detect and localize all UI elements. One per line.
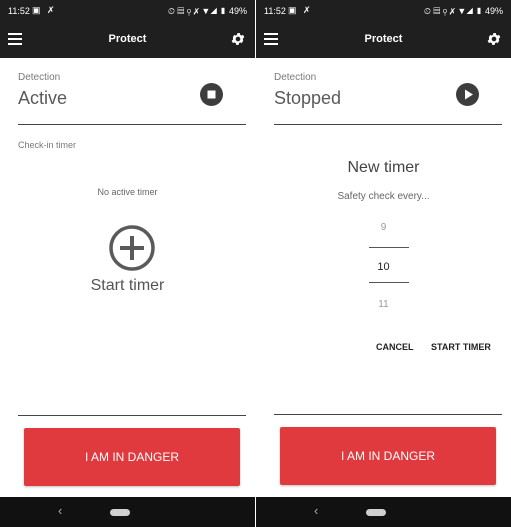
danger-button[interactable]: I AM IN DANGER [280, 427, 496, 485]
notification-icons: ▣ ✗ [32, 5, 57, 15]
start-detection-button[interactable] [456, 83, 479, 106]
status-time: 11:52 [8, 6, 30, 16]
stop-icon [207, 90, 216, 99]
detection-divider [18, 124, 246, 125]
gear-icon[interactable] [230, 31, 246, 47]
home-pill-icon[interactable] [110, 509, 130, 516]
play-icon [465, 89, 473, 100]
navigation-bar: ‹ [256, 497, 511, 527]
cancel-button[interactable]: CANCEL [376, 342, 414, 352]
picker-value-next[interactable]: 11 [256, 299, 511, 310]
navigation-bar: ‹ [0, 497, 255, 527]
detection-label: Detection [274, 72, 317, 83]
checkin-timer-label: Check-in timer [18, 140, 77, 150]
stop-detection-button[interactable] [200, 83, 223, 106]
system-status-icons: ⏲ ▤ ⚲ ✗ ▼◢ ▮ 49% [423, 6, 503, 16]
status-bar: 11:52 ▣ ✗ ⏲ ▤ ⚲ ✗ ▼◢ ▮ 49% [256, 0, 511, 22]
back-icon[interactable]: ‹ [58, 503, 62, 518]
detection-divider [274, 124, 502, 125]
picker-line-top [369, 247, 409, 248]
app-title: Protect [364, 33, 403, 45]
add-circle-icon[interactable] [108, 224, 156, 272]
notification-icons: ▣ ✗ [288, 5, 313, 15]
back-icon[interactable]: ‹ [314, 503, 318, 518]
start-timer-label[interactable]: Start timer [0, 277, 255, 295]
detection-state: Stopped [274, 88, 342, 108]
picker-value-selected[interactable]: 10 [256, 261, 511, 273]
left-phone-screen: 11:52 ▣ ✗ ⏲ ▤ ⚲ ✗ ▼◢ ▮ 49% Protect Detec… [0, 0, 255, 527]
dialog-title: New timer [347, 159, 420, 176]
app-title: Protect [108, 33, 147, 45]
status-time: 11:52 [264, 6, 286, 16]
danger-button[interactable]: I AM IN DANGER [24, 428, 240, 486]
bottom-divider [274, 414, 502, 415]
status-bar: 11:52 ▣ ✗ ⏲ ▤ ⚲ ✗ ▼◢ ▮ 49% [0, 0, 255, 22]
detection-label: Detection [18, 72, 61, 83]
no-active-timer-text: No active timer [97, 187, 158, 197]
dialog-subtitle: Safety check every... [337, 191, 430, 202]
detection-state: Active [18, 88, 68, 108]
gear-icon[interactable] [486, 31, 502, 47]
bottom-divider [18, 415, 246, 416]
home-pill-icon[interactable] [366, 509, 386, 516]
right-phone-screen: 11:52 ▣ ✗ ⏲ ▤ ⚲ ✗ ▼◢ ▮ 49% Protect Detec… [256, 0, 511, 527]
app-bar: Protect [0, 22, 255, 58]
picker-line-bottom [369, 282, 409, 283]
picker-value-prev[interactable]: 9 [256, 222, 511, 233]
system-status-icons: ⏲ ▤ ⚲ ✗ ▼◢ ▮ 49% [167, 6, 247, 16]
start-timer-button[interactable]: START TIMER [431, 342, 491, 352]
app-bar: Protect [256, 22, 511, 58]
